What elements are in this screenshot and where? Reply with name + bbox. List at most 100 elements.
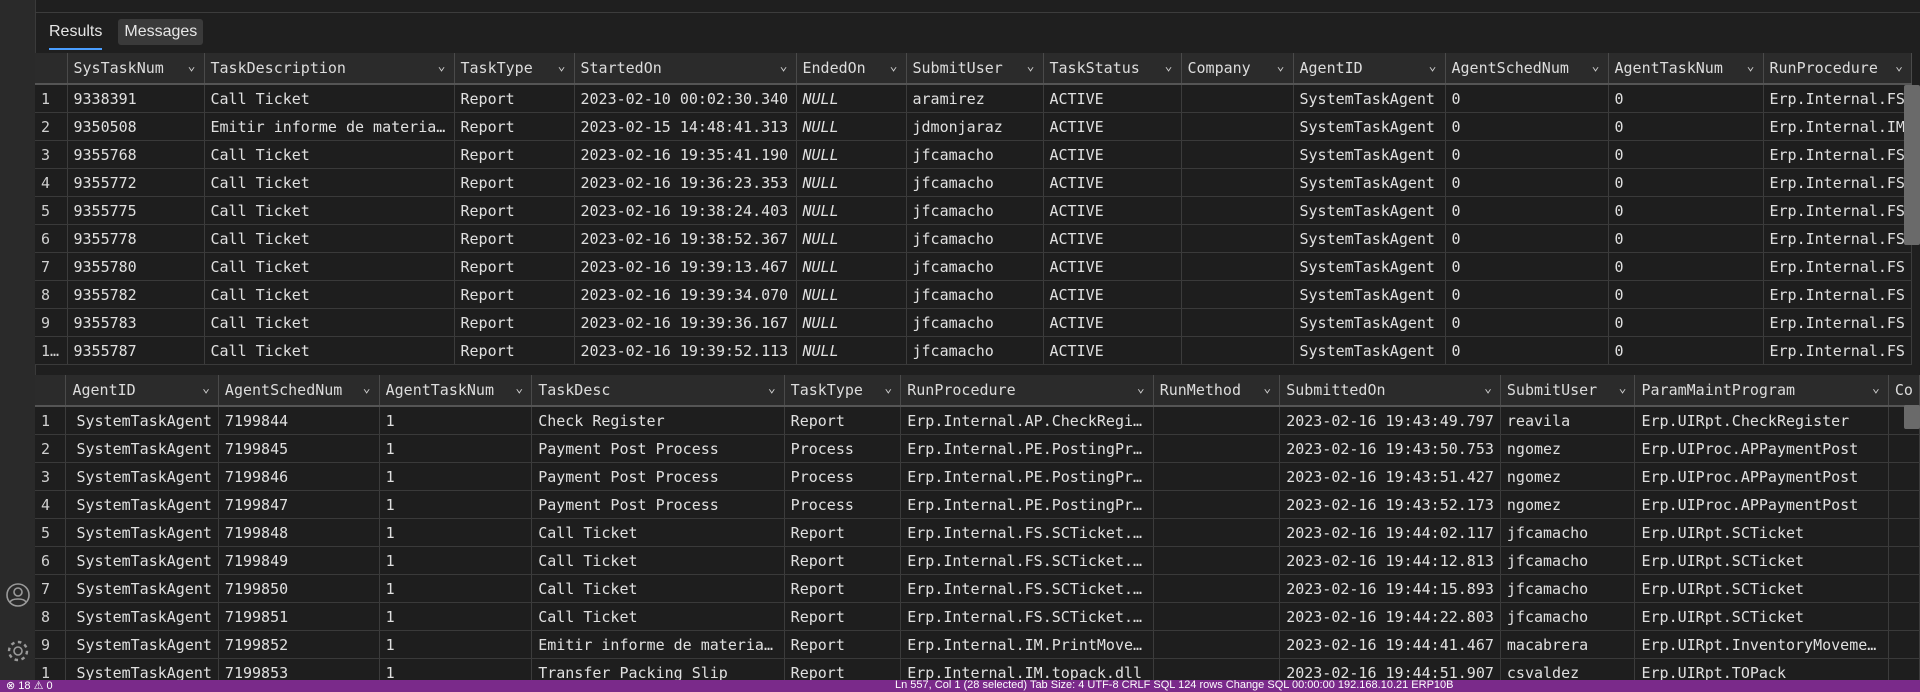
table-cell[interactable]: Erp.Internal.FS.SCTicket.… — [900, 546, 1154, 575]
table-row[interactable]: 1… 9355787 Call Ticket Report 2023-02-16 19:… — [35, 336, 1912, 365]
column-header[interactable]: AgentID ⌄ — [65, 375, 219, 407]
table-cell[interactable]: SystemTaskAgent — [65, 546, 219, 575]
table-cell[interactable]: 7199849 — [218, 546, 380, 575]
table-cell[interactable]: 0 — [1445, 112, 1609, 141]
table-cell[interactable]: Report — [454, 168, 575, 197]
table-row[interactable]: 9 9355783 Call Ticket Report 2023-02-16 19:3… — [35, 308, 1912, 337]
table-cell[interactable]: Erp.UIRpt.TOPack — [1634, 658, 1889, 680]
table-cell[interactable]: 2023-02-16 19:44:15.893 — [1279, 574, 1501, 603]
table-cell[interactable]: Call Ticket — [204, 196, 455, 225]
table-cell[interactable]: ACTIVE — [1043, 84, 1182, 113]
row-number[interactable]: 5 — [35, 196, 68, 225]
column-header[interactable]: AgentID ⌄ — [1293, 53, 1446, 85]
table-cell[interactable]: SystemTaskAgent — [1293, 336, 1446, 365]
table-cell[interactable]: jfcamacho — [906, 336, 1044, 365]
account-icon[interactable] — [0, 578, 35, 612]
table-cell[interactable]: SystemTaskAgent — [1293, 140, 1446, 169]
table-cell[interactable]: 2023-02-16 19:43:50.753 — [1279, 434, 1501, 463]
table-cell[interactable]: jdmonjaraz — [906, 112, 1044, 141]
table-cell[interactable] — [1888, 434, 1920, 463]
table-cell[interactable]: Call Ticket — [204, 336, 455, 365]
table-cell[interactable]: Erp.UIProc.APPaymentPost — [1634, 434, 1889, 463]
table-cell[interactable]: ngomez — [1500, 462, 1636, 491]
table-cell[interactable]: 2023-02-16 19:39:52.113 — [574, 336, 797, 365]
column-header[interactable]: TaskDescription ⌄ — [204, 53, 455, 85]
table-cell[interactable]: 0 — [1445, 196, 1609, 225]
table-cell[interactable]: Erp.UIProc.APPaymentPost — [1634, 462, 1889, 491]
table-cell[interactable]: Erp.Internal.PE.PostingPr… — [900, 490, 1154, 519]
table-cell[interactable]: Erp.Internal.FS — [1763, 280, 1912, 309]
table-row[interactable]: 3 9355768 Call Ticket Report 2023-02-16 19:3… — [35, 140, 1912, 169]
table-cell[interactable]: jfcamacho — [1500, 574, 1636, 603]
row-number[interactable]: 1… — [35, 336, 68, 365]
table-cell[interactable]: NULL — [796, 140, 907, 169]
table-cell[interactable] — [1888, 462, 1920, 491]
table-cell[interactable]: 2023-02-16 19:39:34.070 — [574, 280, 797, 309]
table-cell[interactable]: 9355778 — [67, 224, 205, 253]
table-cell[interactable]: NULL — [796, 196, 907, 225]
table-cell[interactable]: 9355782 — [67, 280, 205, 309]
chevron-down-icon[interactable]: ⌄ — [1165, 59, 1173, 74]
table-cell[interactable]: 7199844 — [218, 406, 380, 435]
table-row[interactable]: 1 SystemTaskAgent 7199853 1 Transfer Packing… — [35, 658, 1920, 680]
chevron-down-icon[interactable]: ⌄ — [884, 381, 892, 396]
table-cell[interactable] — [1181, 84, 1294, 113]
chevron-down-icon[interactable]: ⌄ — [188, 59, 196, 74]
table-cell[interactable]: jfcamacho — [906, 140, 1044, 169]
table-cell[interactable]: csvaldez — [1500, 658, 1636, 680]
column-header[interactable]: AgentTaskNum ⌄ — [1608, 53, 1764, 85]
table-row[interactable]: 7 SystemTaskAgent 7199850 1 Call Ticket Repor… — [35, 574, 1920, 603]
table-cell[interactable]: Process — [784, 462, 902, 491]
table-row[interactable]: 9 SystemTaskAgent 7199852 1 Emitir informe d… — [35, 630, 1920, 659]
table-cell[interactable]: Call Ticket — [531, 574, 785, 603]
table-cell[interactable]: Emitir informe de materia… — [204, 112, 455, 141]
table-cell[interactable]: Report — [454, 336, 575, 365]
row-number[interactable]: 3 — [35, 462, 67, 491]
chevron-down-icon[interactable]: ⌄ — [363, 381, 371, 396]
table-cell[interactable]: Call Ticket — [531, 546, 785, 575]
table-cell[interactable] — [1888, 602, 1920, 631]
table-row[interactable]: 1 9338391 Call Ticket Report 2023-02-10 00:0… — [35, 84, 1912, 113]
table-cell[interactable]: 1 — [379, 462, 533, 491]
table-cell[interactable]: 1 — [379, 630, 533, 659]
table-cell[interactable]: jfcamacho — [906, 252, 1044, 281]
table-cell[interactable] — [1888, 518, 1920, 547]
table-row[interactable]: 2 SystemTaskAgent 7199845 1 Payment Post Pro… — [35, 434, 1920, 463]
table-cell[interactable]: 1 — [379, 658, 533, 680]
table-cell[interactable]: SystemTaskAgent — [1293, 252, 1446, 281]
table-cell[interactable]: Erp.UIRpt.SCTicket — [1634, 518, 1889, 547]
table-cell[interactable] — [1888, 546, 1920, 575]
table-cell[interactable]: 2023-02-16 19:44:22.803 — [1279, 602, 1501, 631]
table-cell[interactable]: 9355780 — [67, 252, 205, 281]
table-cell[interactable]: 2023-02-16 19:44:41.467 — [1279, 630, 1501, 659]
column-header[interactable]: AgentTaskNum ⌄ — [379, 375, 533, 407]
table-cell[interactable]: SystemTaskAgent — [65, 630, 219, 659]
chevron-down-icon[interactable]: ⌄ — [558, 59, 566, 74]
table-cell[interactable]: Payment Post Process — [531, 434, 785, 463]
column-header[interactable]: TaskDesc ⌄ — [531, 375, 785, 407]
chevron-down-icon[interactable]: ⌄ — [768, 381, 776, 396]
chevron-down-icon[interactable]: ⌄ — [1592, 59, 1600, 74]
table-cell[interactable]: Erp.UIRpt.SCTicket — [1634, 602, 1889, 631]
table-cell[interactable]: jfcamacho — [906, 196, 1044, 225]
table-cell[interactable]: 1 — [379, 490, 533, 519]
table-cell[interactable]: 7199845 — [218, 434, 380, 463]
row-number[interactable]: 4 — [35, 490, 67, 519]
table-cell[interactable]: Emitir informe de materia… — [531, 630, 785, 659]
table-cell[interactable]: Report — [454, 112, 575, 141]
chevron-down-icon[interactable]: ⌄ — [515, 381, 523, 396]
table-cell[interactable] — [1153, 574, 1281, 603]
table-cell[interactable]: Payment Post Process — [531, 462, 785, 491]
table-cell[interactable] — [1153, 462, 1281, 491]
table-cell[interactable]: 2023-02-10 00:02:30.340 — [574, 84, 797, 113]
tab-messages[interactable]: Messages — [118, 19, 204, 45]
table-cell[interactable]: NULL — [796, 252, 907, 281]
table-cell[interactable]: Erp.Internal.FS — [1763, 168, 1912, 197]
column-header[interactable]: RunProcedure ⌄ — [900, 375, 1154, 407]
table-cell[interactable]: SystemTaskAgent — [1293, 84, 1446, 113]
table-cell[interactable]: 1 — [379, 406, 533, 435]
table-cell[interactable]: Report — [454, 140, 575, 169]
table-cell[interactable]: SystemTaskAgent — [1293, 168, 1446, 197]
table-cell[interactable]: SystemTaskAgent — [1293, 280, 1446, 309]
table-cell[interactable]: Erp.Internal.FS — [1763, 140, 1912, 169]
